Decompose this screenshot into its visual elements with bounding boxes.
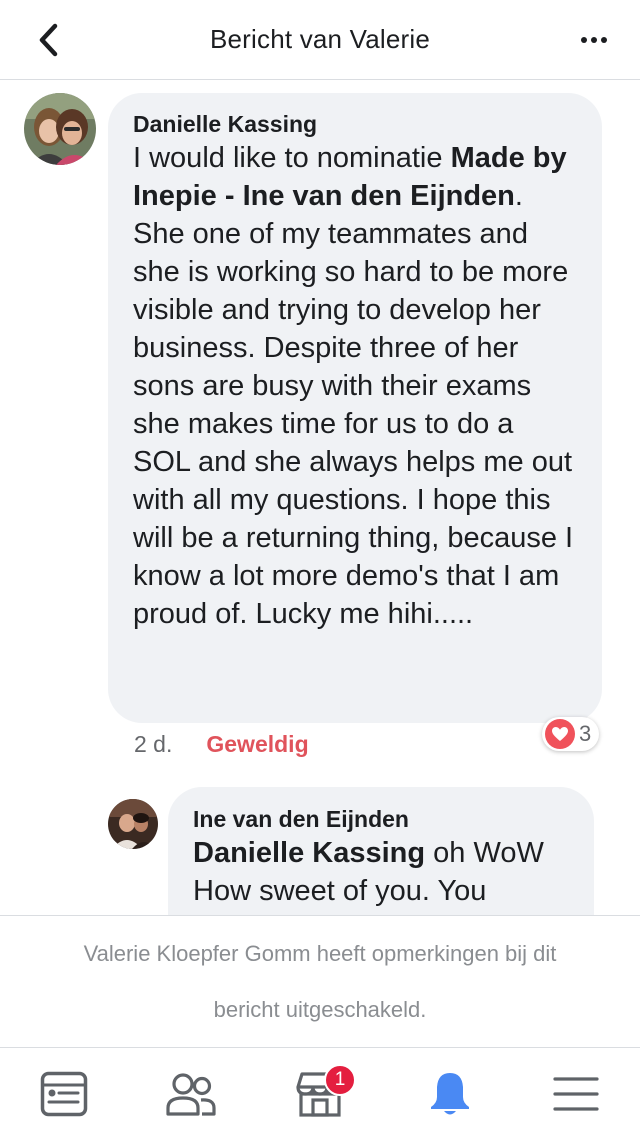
comment-author[interactable]: Danielle Kassing: [133, 109, 578, 139]
reply-author[interactable]: Ine van den Eijnden: [193, 804, 570, 834]
notice-line-2: bericht uitgeschakeld.: [213, 997, 427, 1022]
heart-icon: [545, 719, 575, 749]
avatar[interactable]: [24, 93, 96, 165]
more-dot: [591, 37, 597, 43]
page-title: Bericht van Valerie: [209, 24, 431, 54]
comment-meta: 2 d. Geweldig: [134, 729, 309, 759]
comment-text-end: . She one of my teammates and she is wor…: [133, 180, 574, 630]
tab-menu[interactable]: [550, 1068, 602, 1120]
comment-text-start: I would like to nominatie: [133, 142, 451, 174]
reaction-button[interactable]: Geweldig: [206, 731, 308, 758]
friends-icon: [166, 1073, 216, 1116]
tab-friends[interactable]: [165, 1068, 217, 1120]
reply-bubble[interactable]: Ine van den Eijnden Danielle Kassing oh …: [168, 787, 594, 915]
more-options-button[interactable]: [574, 26, 614, 54]
bell-icon: [431, 1073, 469, 1115]
reaction-badge[interactable]: 3: [542, 717, 600, 751]
more-dot: [601, 37, 607, 43]
comment-bubble[interactable]: Danielle Kassing I would like to nominat…: [108, 93, 602, 723]
comments-list[interactable]: Danielle Kassing I would like to nominat…: [0, 81, 640, 915]
top-bar: Bericht van Valerie: [0, 0, 640, 80]
comment-timestamp[interactable]: 2 d.: [134, 731, 172, 758]
reply-mention[interactable]: Danielle Kassing: [193, 837, 425, 869]
notice-line-1: Valerie Kloepfer Gomm heeft opmerkingen …: [83, 941, 557, 966]
menu-icon: [553, 1077, 599, 1111]
news-feed-icon: [40, 1071, 88, 1117]
reply-text: Danielle Kassing oh WoW How sweet of you…: [193, 834, 570, 910]
comments-disabled-notice: Valerie Kloepfer Gomm heeft opmerkingen …: [0, 915, 640, 1047]
notification-count-badge: 1: [324, 1064, 356, 1096]
tab-notifications[interactable]: [424, 1068, 476, 1120]
tab-news-feed[interactable]: [38, 1068, 90, 1120]
reaction-count: 3: [579, 721, 592, 746]
reply-avatar[interactable]: [108, 799, 158, 849]
comment-text: I would like to nominatie Made by Inepie…: [133, 139, 578, 633]
bottom-tab-bar: 1: [0, 1047, 640, 1136]
tab-marketplace[interactable]: 1: [294, 1064, 356, 1120]
more-dots-icon: [581, 37, 587, 43]
